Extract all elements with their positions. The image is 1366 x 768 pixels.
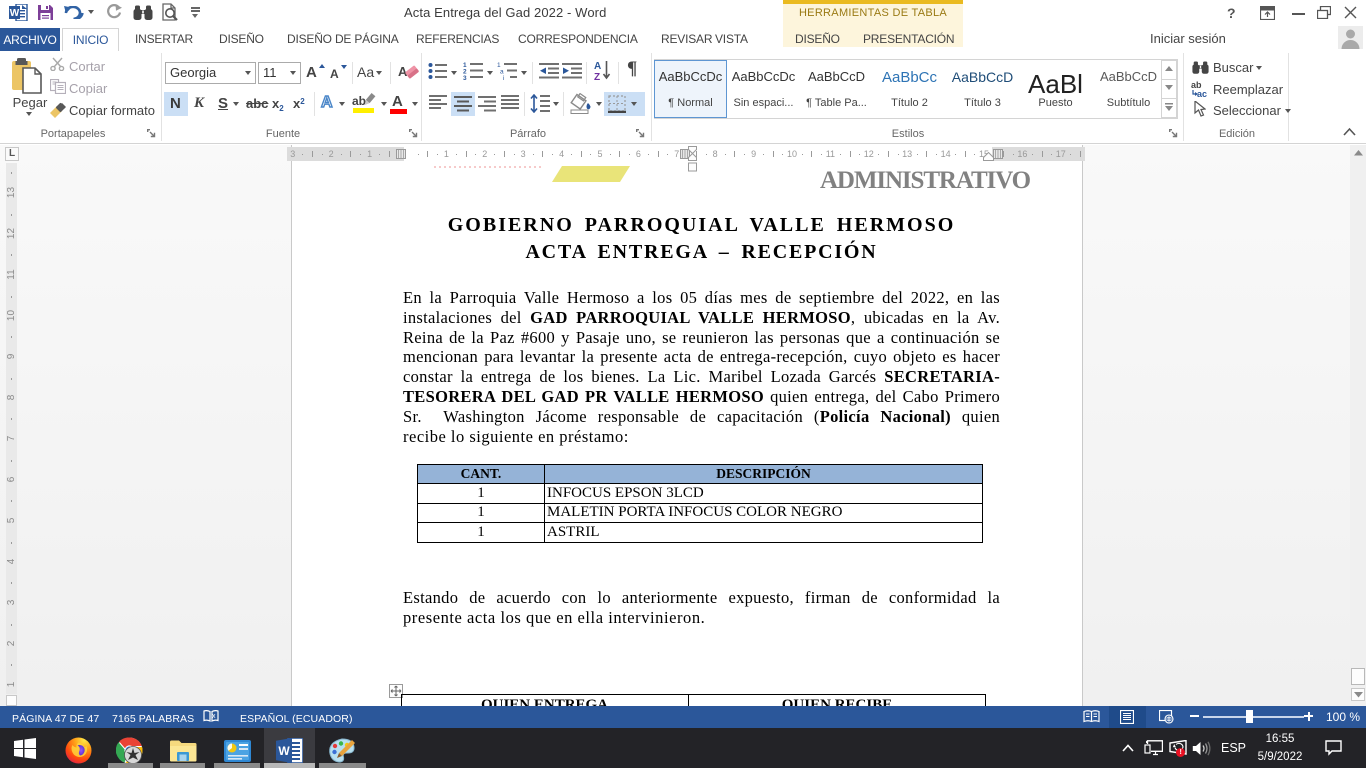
svg-text:i: i [503,75,504,80]
svg-text:ab: ab [352,94,366,108]
svg-text:W: W [278,744,290,758]
svg-text:3: 3 [463,75,467,80]
svg-text:Z: Z [594,72,600,82]
svg-text:ac: ac [1197,89,1207,98]
svg-text:x: x [212,713,216,720]
svg-text:W: W [10,8,20,19]
svg-text:A: A [594,61,601,72]
